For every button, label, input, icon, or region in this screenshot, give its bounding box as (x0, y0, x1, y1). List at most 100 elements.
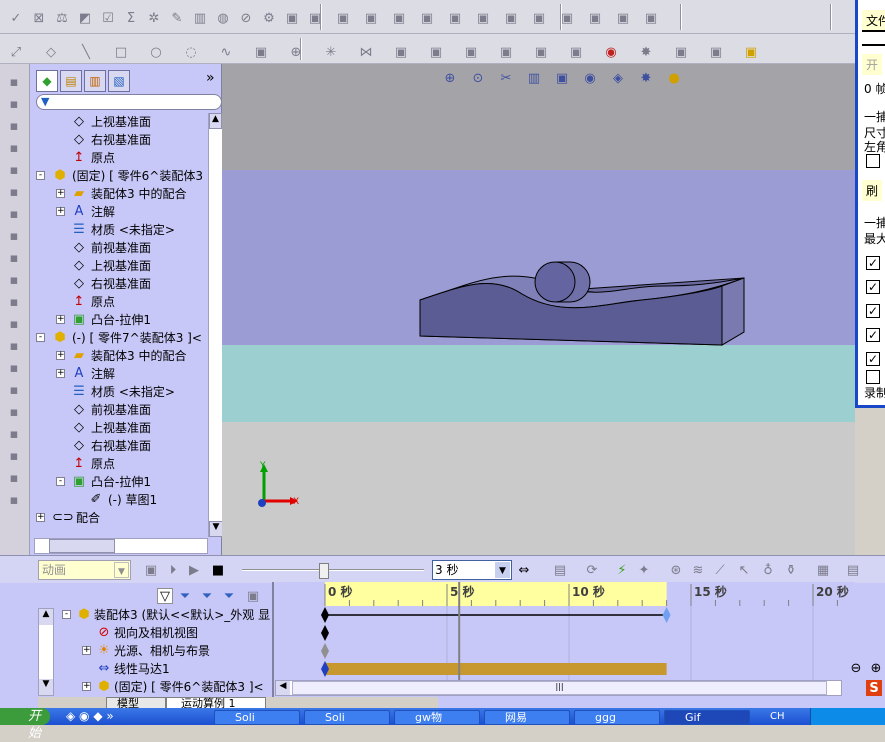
expand-icon[interactable]: + (56, 207, 65, 216)
measure-icon[interactable]: ⊠ (31, 10, 47, 26)
vertical-tool-icon[interactable]: ▪ (6, 404, 22, 420)
line-icon[interactable]: ╲ (78, 44, 94, 60)
taskbar-button[interactable]: Gif (664, 710, 750, 725)
expand-icon[interactable]: + (56, 315, 65, 324)
expand-icon[interactable]: + (82, 646, 91, 655)
taskbar-button[interactable]: Soli (214, 710, 300, 725)
appearance-icon[interactable]: ✸ (638, 44, 654, 60)
zoom-area-icon[interactable]: ⊙ (470, 70, 486, 86)
tree-item[interactable]: ◇ 上视基准面 (30, 257, 208, 275)
smart-fastener-icon[interactable]: ▣ (391, 10, 407, 26)
eraser-icon[interactable]: ◇ (43, 44, 59, 60)
sketch-icon[interactable]: ▣ (531, 10, 547, 26)
section-view-icon[interactable]: ▣ (615, 10, 631, 26)
mass-properties-icon[interactable]: ⚖ (54, 10, 70, 26)
more-tabs-button[interactable]: » (206, 70, 215, 86)
expand-icon[interactable]: + (56, 369, 65, 378)
vertical-tool-icon[interactable]: ▪ (6, 74, 22, 90)
circle-icon[interactable]: ○ (148, 44, 164, 60)
centerline-icon[interactable]: ✳ (323, 44, 339, 60)
zebra-icon[interactable]: ▥ (192, 10, 208, 26)
contact-icon[interactable]: ♁ (760, 562, 776, 578)
pattern-icon[interactable]: ▣ (475, 10, 491, 26)
expand-icon[interactable]: + (56, 351, 65, 360)
vertical-tool-icon[interactable]: ▪ (6, 228, 22, 244)
vertical-tool-icon[interactable]: ▪ (6, 294, 22, 310)
autokey-icon[interactable]: ⚡ (614, 562, 630, 578)
fillet-icon[interactable]: ▣ (253, 44, 269, 60)
display-style-icon[interactable]: ◉ (582, 70, 598, 86)
graphics-viewport[interactable]: XY ⊕ ⊙ ✂ ▥ ▣ ◉ ◈ ✸ ● (222, 64, 855, 555)
mate-icon[interactable]: ▣ (335, 10, 351, 26)
stop-icon[interactable]: ■ (210, 562, 226, 578)
motion-tree-scrollbar[interactable]: ▲ ▼ (38, 608, 54, 696)
save-animation-icon[interactable]: ▤ (552, 562, 568, 578)
filter-results-icon[interactable]: ⏷ (221, 588, 237, 604)
display-manager-tab[interactable]: ▧ (108, 70, 130, 92)
zoom-fit-icon[interactable]: ⊕ (442, 70, 458, 86)
expand-icon[interactable]: + (82, 682, 91, 691)
arc-icon[interactable]: ◌ (183, 44, 199, 60)
play-from-start-icon[interactable]: ⏵ (165, 562, 181, 578)
add-key-icon[interactable]: ✦ (636, 562, 652, 578)
tree-item[interactable]: ◇ 右视基准面 (30, 275, 208, 293)
rotate-icon[interactable]: ▣ (587, 10, 603, 26)
vertical-tool-icon[interactable]: ▪ (6, 162, 22, 178)
vertical-tool-icon[interactable]: ▪ (6, 316, 22, 332)
grid2-icon[interactable]: ▣ (743, 44, 759, 60)
playback-slider[interactable] (242, 563, 424, 579)
filter-driving-icon[interactable]: ⏷ (177, 588, 193, 604)
vertical-tool-icon[interactable]: ▪ (6, 140, 22, 156)
tree-item[interactable]: ☰ 材质 <未指定> (30, 221, 208, 239)
feature-manager-tab[interactable]: ◆ (36, 70, 58, 92)
playback-speed-select[interactable]: 3 秒 ▼ (432, 560, 512, 580)
taskbar-button[interactable]: ggg (574, 710, 660, 725)
motion-tree-item[interactable]: ⊘ 视向及相机视图 (56, 624, 272, 642)
spring-icon[interactable]: ▣ (503, 10, 519, 26)
vertical-tool-icon[interactable]: ▪ (6, 448, 22, 464)
motion-tree-item[interactable]: ⇔ 线性马达1 (56, 660, 272, 678)
start-button[interactable]: 开始 (0, 708, 50, 741)
vertical-tool-icon[interactable]: ▪ (6, 492, 22, 508)
vertical-tool-icon[interactable]: ▪ (6, 184, 22, 200)
taskbar-button[interactable]: Soli (304, 710, 390, 725)
tree-item[interactable]: ◇ 前视基准面 (30, 239, 208, 257)
property-manager-tab[interactable]: ▤ (60, 70, 82, 92)
appearance-icon[interactable]: ✸ (638, 70, 654, 86)
tree-item[interactable]: ◇ 右视基准面 (30, 131, 208, 149)
tree-item[interactable]: + A 注解 (30, 365, 208, 383)
vertical-tool-icon[interactable]: ▪ (6, 360, 22, 376)
vertical-tool-icon[interactable]: ▪ (6, 272, 22, 288)
hide-show-icon[interactable]: ◈ (610, 70, 626, 86)
model-view[interactable]: XY (222, 64, 855, 555)
tree-item[interactable]: + ▰ 装配体3 中的配合 (30, 185, 208, 203)
tree-hscrollbar[interactable] (34, 538, 208, 554)
panel-text[interactable]: 刷 (862, 180, 883, 201)
explode-icon[interactable]: ▣ (419, 10, 435, 26)
tree-item[interactable]: - ⬢ (固定) [ 零件6^装配体3 (30, 167, 208, 185)
tree-item[interactable]: + ⊂⊃ 配合 (30, 509, 208, 527)
filter-animated-icon[interactable]: ▽ (157, 588, 173, 604)
quicklaunch-icons[interactable]: ◈ ◉ ◆ » (66, 709, 114, 723)
panel-text[interactable]: 开 (862, 54, 883, 75)
motion-tree-item[interactable]: + ☀ 光源、相机与布景 (56, 642, 272, 660)
tree-item[interactable]: + ▣ 凸台-拉伸1 (30, 311, 208, 329)
vertical-tool-icon[interactable]: ▪ (6, 250, 22, 266)
interference-icon[interactable]: ▣ (447, 10, 463, 26)
play-icon[interactable]: ▶ (186, 562, 202, 578)
collapse-icon[interactable]: - (36, 333, 45, 342)
collapse-icon[interactable]: - (62, 610, 71, 619)
expand-icon[interactable]: + (36, 513, 45, 522)
expand-icon[interactable]: + (56, 189, 65, 198)
offset-icon[interactable]: ▣ (393, 44, 409, 60)
check-icon[interactable]: ☑ (100, 10, 116, 26)
view-icon[interactable]: ▣ (643, 10, 659, 26)
tree-item[interactable]: ☰ 材质 <未指定> (30, 383, 208, 401)
vertical-tool-icon[interactable]: ▪ (6, 96, 22, 112)
vertical-tool-icon[interactable]: ▪ (6, 118, 22, 134)
vertical-tool-icon[interactable]: ▪ (6, 206, 22, 222)
plane-icon[interactable]: ▣ (498, 44, 514, 60)
damper-icon[interactable]: ⟋ (712, 562, 728, 578)
edit-icon[interactable]: ✎ (169, 10, 185, 26)
force-icon[interactable]: ↖ (736, 562, 752, 578)
